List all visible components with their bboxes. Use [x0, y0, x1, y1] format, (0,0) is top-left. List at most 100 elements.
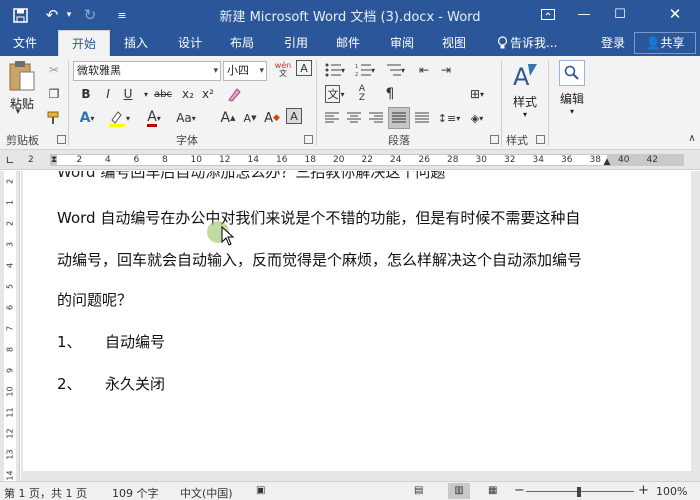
font-color-button[interactable]: A ▾	[140, 108, 168, 128]
web-layout-icon[interactable]: ▦	[488, 485, 497, 496]
superscript-button[interactable]: x²	[198, 84, 218, 104]
decrease-indent-icon[interactable]: ⇤	[414, 60, 434, 80]
font-name-box[interactable]: 微软雅黑 ▾	[73, 61, 221, 81]
character-shading-icon[interactable]: A	[286, 108, 302, 124]
phonetic-guide-icon[interactable]: wén 文	[272, 60, 294, 80]
lightbulb-icon	[494, 30, 510, 56]
multilevel-list-icon[interactable]: ▾	[382, 60, 408, 80]
tab-layout[interactable]: 布局	[220, 30, 264, 56]
page-count[interactable]: 第 1 页，共 1 页	[4, 485, 87, 500]
doc-heading: Word 编号回车后自动添加怎么办？三招教你解决这个问题	[57, 171, 446, 181]
italic-button[interactable]: I	[98, 84, 118, 104]
tab-references[interactable]: 引用	[274, 30, 318, 56]
indent-marker-icon[interactable]: ⧗	[49, 152, 59, 168]
paste-dropdown-icon[interactable]: ▾	[8, 102, 28, 122]
character-border-icon[interactable]: A	[296, 60, 312, 76]
tab-review[interactable]: 审阅	[380, 30, 424, 56]
minimize-icon[interactable]: —	[566, 2, 602, 26]
justify-icon[interactable]	[388, 107, 410, 129]
print-layout-icon[interactable]: ▥	[448, 483, 470, 499]
language-status[interactable]: 中文(中国)	[180, 485, 233, 500]
font-launcher-icon[interactable]	[304, 135, 313, 144]
underline-button[interactable]: U	[118, 84, 138, 104]
tab-design[interactable]: 设计	[168, 30, 212, 56]
bullets-icon[interactable]: ▾	[322, 60, 348, 80]
font-size-box[interactable]: 小四 ▾	[223, 61, 267, 81]
change-case-button[interactable]: Aa ▾	[174, 108, 198, 128]
zoom-slider-thumb[interactable]	[577, 487, 581, 497]
change-case-label: Aa	[176, 111, 192, 125]
editing-button[interactable]: 编辑 ▾	[552, 60, 592, 116]
sort-icon[interactable]: AZ	[352, 84, 372, 104]
document-page[interactable]: Word 编号回车后自动添加怎么办？三招教你解决这个问题 Word 自动编号在办…	[23, 171, 691, 471]
maximize-icon[interactable]: ☐	[602, 2, 638, 26]
chinese-layout-icon[interactable]: 文 ▾	[322, 84, 348, 104]
numbering-icon[interactable]: 1 2 ▾	[352, 60, 378, 80]
separator	[316, 60, 317, 146]
ruler-number: 22	[361, 155, 373, 165]
share-button[interactable]: 👤共享	[634, 32, 696, 54]
increase-indent-icon[interactable]: ⇥	[436, 60, 456, 80]
tab-mailings[interactable]: 邮件	[326, 30, 370, 56]
ruler-number: 2	[76, 155, 83, 165]
styles-label: 样式	[512, 95, 537, 109]
tab-selector-icon[interactable]: ∟	[2, 150, 18, 170]
zoom-in-button[interactable]: +	[638, 483, 649, 498]
chevron-down-icon: ▾	[191, 113, 196, 123]
vertical-ruler-number: 13	[5, 449, 15, 460]
chevron-down-icon: ▾	[213, 66, 218, 76]
line-spacing-icon[interactable]: ↕≡ ▾	[436, 108, 462, 128]
cut-icon[interactable]: ✂	[44, 60, 64, 80]
grow-font-button[interactable]: A ▲	[218, 108, 238, 128]
svg-text:1: 1	[355, 64, 358, 70]
borders-icon[interactable]: ⊞ ▾	[464, 84, 490, 104]
clear-formatting-icon[interactable]: A ◆	[262, 108, 282, 128]
tab-view[interactable]: 视图	[432, 30, 476, 56]
right-indent-marker-icon[interactable]: ▲	[602, 156, 612, 168]
styles-button[interactable]: A 样式 ▾	[505, 60, 545, 119]
show-marks-icon[interactable]: ¶	[380, 84, 400, 104]
subscript-button[interactable]: x₂	[178, 84, 198, 104]
editing-label: 编辑	[559, 92, 584, 106]
highlight-button[interactable]: ▾	[104, 108, 134, 128]
macro-record-icon[interactable]: ▣	[256, 485, 265, 496]
distributed-icon[interactable]	[412, 108, 432, 128]
align-right-icon[interactable]	[366, 108, 386, 128]
text-effects-icon[interactable]	[224, 84, 244, 104]
tab-file[interactable]: 文件	[4, 30, 46, 56]
close-icon[interactable]: ✕	[650, 2, 700, 26]
clipboard-launcher-icon[interactable]	[57, 135, 66, 144]
zoom-out-button[interactable]: −	[514, 483, 525, 498]
ruler-number: 14	[247, 155, 259, 165]
ruler-number: 18	[304, 155, 316, 165]
shading-icon[interactable]: ◈ ▾	[464, 108, 490, 128]
tab-insert[interactable]: 插入	[114, 30, 158, 56]
tab-home[interactable]: 开始	[58, 30, 110, 56]
ruler-number: 32	[504, 155, 516, 165]
zoom-level[interactable]: 100%	[656, 485, 687, 498]
shrink-font-button[interactable]: A ▼	[240, 108, 260, 128]
strikethrough-button[interactable]: abc	[150, 84, 176, 104]
bold-button[interactable]: B	[76, 84, 96, 104]
ruler-number: 24	[390, 155, 402, 165]
collapse-ribbon-icon[interactable]: ∧	[682, 128, 700, 148]
horizontal-ruler: ∟ ⧗ ▲ 2 2 4 6 8 10 12 14 16 18 20 22 24 26 28 30 32 34 36 3…	[0, 150, 700, 170]
paragraph-launcher-icon[interactable]	[490, 135, 499, 144]
read-mode-icon[interactable]: ▤	[414, 485, 423, 496]
ruler-number: 10	[190, 155, 202, 165]
vertical-scrollbar[interactable]	[691, 171, 700, 481]
ruler-number: 8	[162, 155, 168, 165]
word-count[interactable]: 109 个字	[112, 485, 159, 500]
ruler-number: 40	[618, 155, 630, 165]
styles-launcher-icon[interactable]	[536, 135, 545, 144]
sign-in-link[interactable]: 登录	[596, 30, 630, 56]
text-effects-button[interactable]: A ▾	[74, 108, 100, 128]
chevron-down-icon: ▾	[259, 66, 264, 76]
ribbon-display-icon[interactable]	[530, 2, 566, 26]
copy-icon[interactable]: ❐	[44, 84, 64, 104]
format-painter-icon[interactable]	[44, 108, 64, 128]
tell-me-search[interactable]: 告诉我...	[510, 30, 562, 56]
ruler-number: 26	[418, 155, 430, 165]
align-center-icon[interactable]	[344, 108, 364, 128]
align-left-icon[interactable]	[322, 108, 342, 128]
